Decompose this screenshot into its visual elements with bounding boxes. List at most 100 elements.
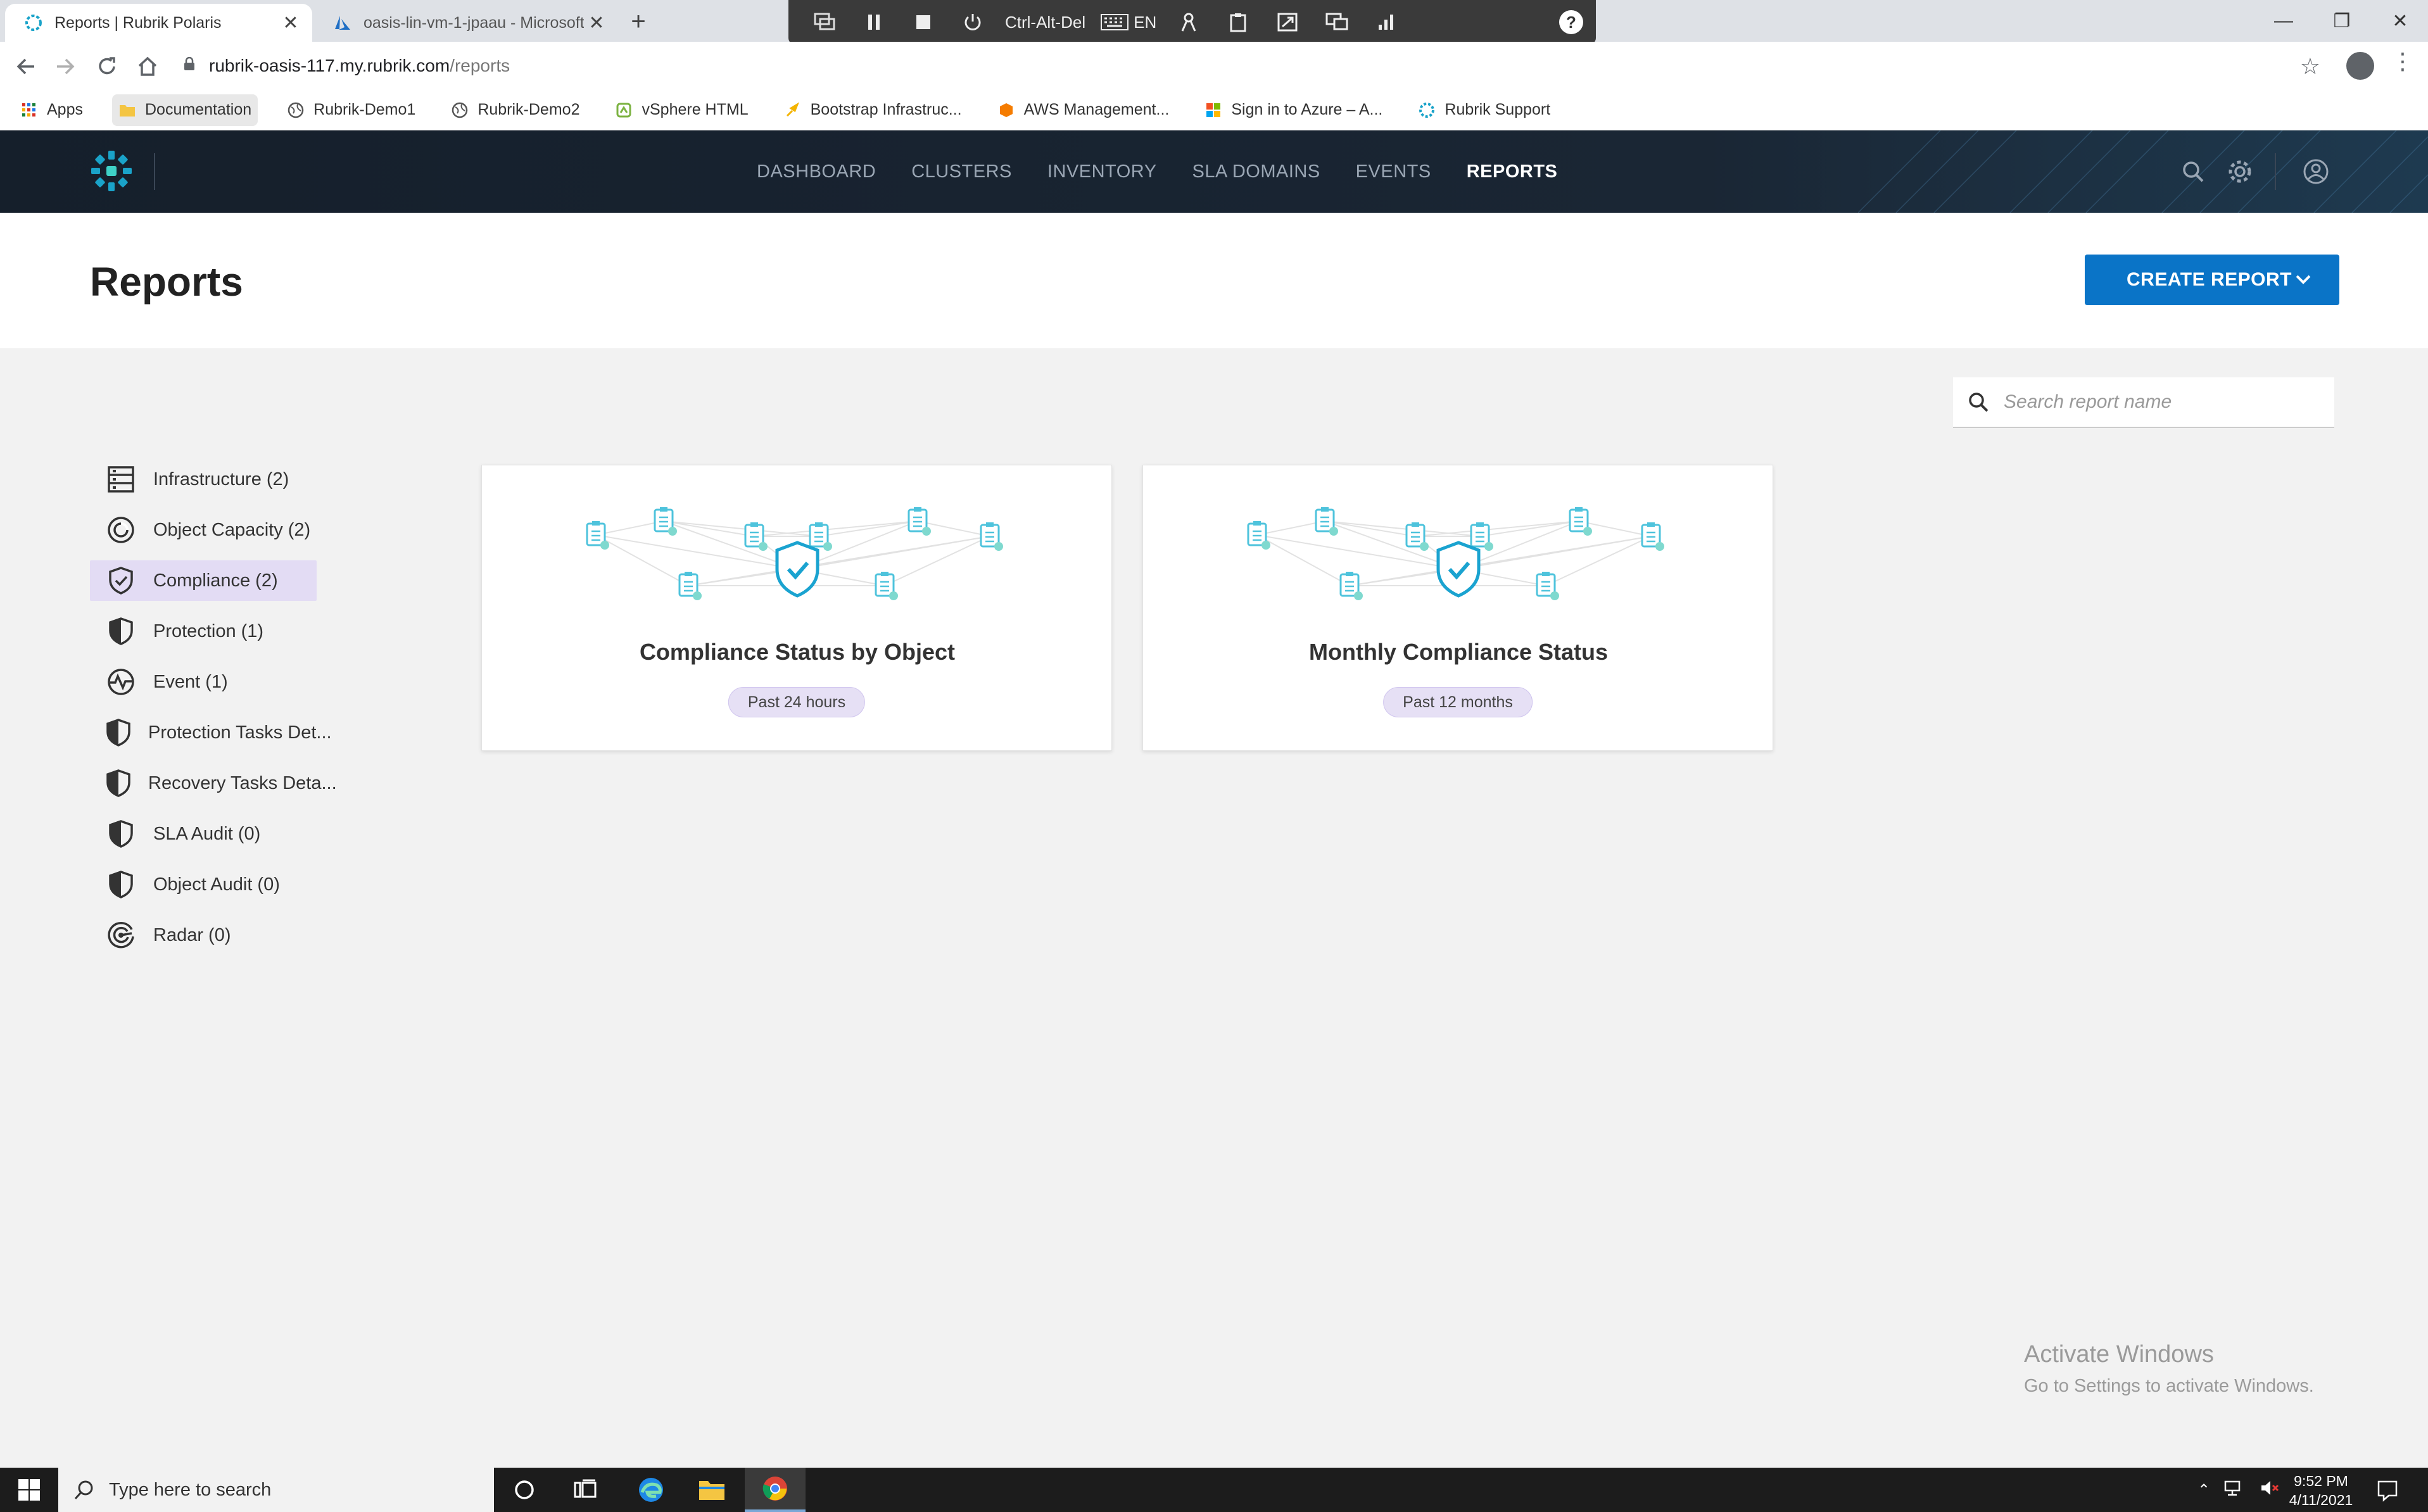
nav-reports[interactable]: REPORTS xyxy=(1467,161,1558,182)
category-compliance[interactable]: Compliance (2) xyxy=(90,560,317,601)
shield-check-icon xyxy=(105,565,137,596)
report-card[interactable]: Monthly Compliance Status Past 12 months xyxy=(1142,465,1773,751)
shield-half-icon xyxy=(105,615,137,647)
network-icon[interactable] xyxy=(2224,1479,2246,1501)
category-recovery-tasks[interactable]: Recovery Tasks Deta... xyxy=(90,763,337,803)
file-explorer-icon[interactable] xyxy=(681,1468,742,1512)
edge-icon[interactable] xyxy=(621,1468,681,1512)
task-view-icon[interactable] xyxy=(555,1468,616,1512)
windows-start-icon[interactable] xyxy=(0,1468,58,1512)
system-tray: ⌃ xyxy=(2197,1468,2280,1512)
ctrl-alt-del-button[interactable]: Ctrl-Alt-Del xyxy=(997,0,1093,44)
nav-dashboard[interactable]: DASHBOARD xyxy=(757,161,876,182)
volume-muted-icon[interactable] xyxy=(2260,1479,2280,1501)
bookmark-rubrik-support[interactable]: Rubrik Support xyxy=(1412,94,1557,126)
category-label: Object Audit (0) xyxy=(153,874,280,895)
bookmark-label: Documentation xyxy=(144,101,252,118)
browser-tab-reports[interactable]: Reports | Rubrik Polaris ✕ xyxy=(5,4,312,42)
page-header: Reports CREATE REPORT xyxy=(0,213,2428,348)
close-tab-icon[interactable]: ✕ xyxy=(278,12,303,34)
bookmark-star-icon[interactable]: ☆ xyxy=(2300,53,2320,80)
taskbar-search[interactable]: Type here to search xyxy=(58,1468,494,1512)
taskbar-clock[interactable]: 9:52 PM 4/11/2021 xyxy=(2280,1471,2362,1509)
statistics-icon[interactable] xyxy=(1362,0,1411,44)
forward-arrow-icon[interactable] xyxy=(49,51,81,82)
category-infrastructure[interactable]: Infrastructure (2) xyxy=(90,459,317,500)
header-pattern xyxy=(1858,130,2428,213)
category-label: Radar (0) xyxy=(153,924,231,945)
home-icon[interactable] xyxy=(132,51,163,82)
reload-icon[interactable] xyxy=(91,51,123,82)
clipboard-icon[interactable] xyxy=(1213,0,1263,44)
back-arrow-icon[interactable] xyxy=(10,51,42,82)
bookmark-rubrik-demo2[interactable]: Rubrik-Demo2 xyxy=(445,94,586,126)
aws-icon xyxy=(997,101,1015,119)
chevron-down-icon[interactable] xyxy=(2294,270,2313,294)
close-tab-icon[interactable]: ✕ xyxy=(584,12,609,34)
category-label: Object Capacity (2) xyxy=(153,519,311,540)
restore-window-icon[interactable]: ❐ xyxy=(2313,0,2371,42)
keyboard-language-button[interactable]: EN xyxy=(1093,0,1164,44)
pause-icon[interactable] xyxy=(849,0,899,44)
browser-address-bar: rubrik-oasis-117.my.rubrik.com/reports ☆… xyxy=(0,42,2428,90)
category-radar[interactable]: Radar (0) xyxy=(90,915,317,955)
main-nav: DASHBOARD CLUSTERS INVENTORY SLA DOMAINS… xyxy=(757,130,1593,213)
help-button[interactable]: ? xyxy=(1559,10,1583,34)
category-object-capacity[interactable]: Object Capacity (2) xyxy=(90,510,317,550)
bookmark-rubrik-demo1[interactable]: Rubrik-Demo1 xyxy=(281,94,422,126)
header-divider xyxy=(2275,153,2276,190)
screen-icon[interactable] xyxy=(800,0,849,44)
nav-inventory[interactable]: INVENTORY xyxy=(1047,161,1157,182)
bookmark-aws[interactable]: AWS Management... xyxy=(991,94,1176,126)
report-search xyxy=(1953,377,2334,428)
report-card-title: Compliance Status by Object xyxy=(639,639,956,665)
folder-icon xyxy=(118,101,136,119)
category-object-audit[interactable]: Object Audit (0) xyxy=(90,864,317,905)
category-protection-tasks[interactable]: Protection Tasks Det... xyxy=(90,712,332,753)
chrome-icon[interactable] xyxy=(745,1468,806,1512)
bookmark-bootstrap[interactable]: Bootstrap Infrastruc... xyxy=(778,94,968,126)
new-tab-button[interactable]: + xyxy=(624,8,653,36)
multi-monitor-icon[interactable] xyxy=(1312,0,1362,44)
category-event[interactable]: Event (1) xyxy=(90,662,317,702)
tray-chevron-up-icon[interactable]: ⌃ xyxy=(2197,1481,2210,1499)
globe-icon xyxy=(287,101,305,119)
bookmark-documentation[interactable]: Documentation xyxy=(111,94,258,126)
notification-center-icon[interactable] xyxy=(2375,1478,2400,1503)
close-window-icon[interactable]: ✕ xyxy=(2371,0,2428,42)
watermark-title: Activate Windows xyxy=(2024,1341,2214,1368)
server-rack-icon xyxy=(105,463,137,495)
bookmark-azure-signin[interactable]: Sign in to Azure – A... xyxy=(1198,94,1389,126)
gear-icon[interactable] xyxy=(2224,156,2256,187)
rubrik-logo-icon[interactable] xyxy=(89,148,134,194)
nav-sla-domains[interactable]: SLA DOMAINS xyxy=(1192,161,1320,182)
remote-console-toolbar: Ctrl-Alt-Del EN ? xyxy=(788,0,1596,44)
nav-clusters[interactable]: CLUSTERS xyxy=(911,161,1012,182)
category-sla-audit[interactable]: SLA Audit (0) xyxy=(90,814,317,854)
cortana-icon[interactable] xyxy=(494,1468,555,1512)
stop-icon[interactable] xyxy=(899,0,948,44)
category-label: Event (1) xyxy=(153,671,228,692)
search-input[interactable] xyxy=(2004,391,2320,413)
resize-icon[interactable] xyxy=(1263,0,1312,44)
bookmark-vsphere[interactable]: vSphere HTML xyxy=(609,94,754,126)
create-report-button[interactable]: CREATE REPORT xyxy=(2085,255,2339,305)
minimize-window-icon[interactable]: — xyxy=(2254,0,2313,42)
credentials-icon[interactable] xyxy=(1164,0,1213,44)
url-field[interactable]: rubrik-oasis-117.my.rubrik.com/reports xyxy=(177,48,2318,84)
activate-windows-watermark: Activate Windows Go to Settings to activ… xyxy=(2024,1341,2314,1397)
bookmark-apps[interactable]: Apps xyxy=(14,94,89,126)
header-divider xyxy=(154,153,155,190)
profile-avatar-icon[interactable] xyxy=(2346,52,2374,80)
nav-events[interactable]: EVENTS xyxy=(1356,161,1431,182)
vsphere-icon xyxy=(615,101,633,119)
power-icon[interactable] xyxy=(948,0,997,44)
search-icon[interactable] xyxy=(2177,156,2209,187)
browser-tab-azure[interactable]: oasis-lin-vm-1-jpaau - Microsoft ✕ xyxy=(314,4,618,42)
taskbar-search-placeholder: Type here to search xyxy=(109,1479,272,1500)
user-account-icon[interactable] xyxy=(2300,156,2332,187)
browser-menu-icon[interactable]: ⋮ xyxy=(2391,48,2414,75)
category-protection[interactable]: Protection (1) xyxy=(90,611,317,652)
report-card[interactable]: Compliance Status by Object Past 24 hour… xyxy=(481,465,1112,751)
shield-half-icon xyxy=(105,767,132,799)
